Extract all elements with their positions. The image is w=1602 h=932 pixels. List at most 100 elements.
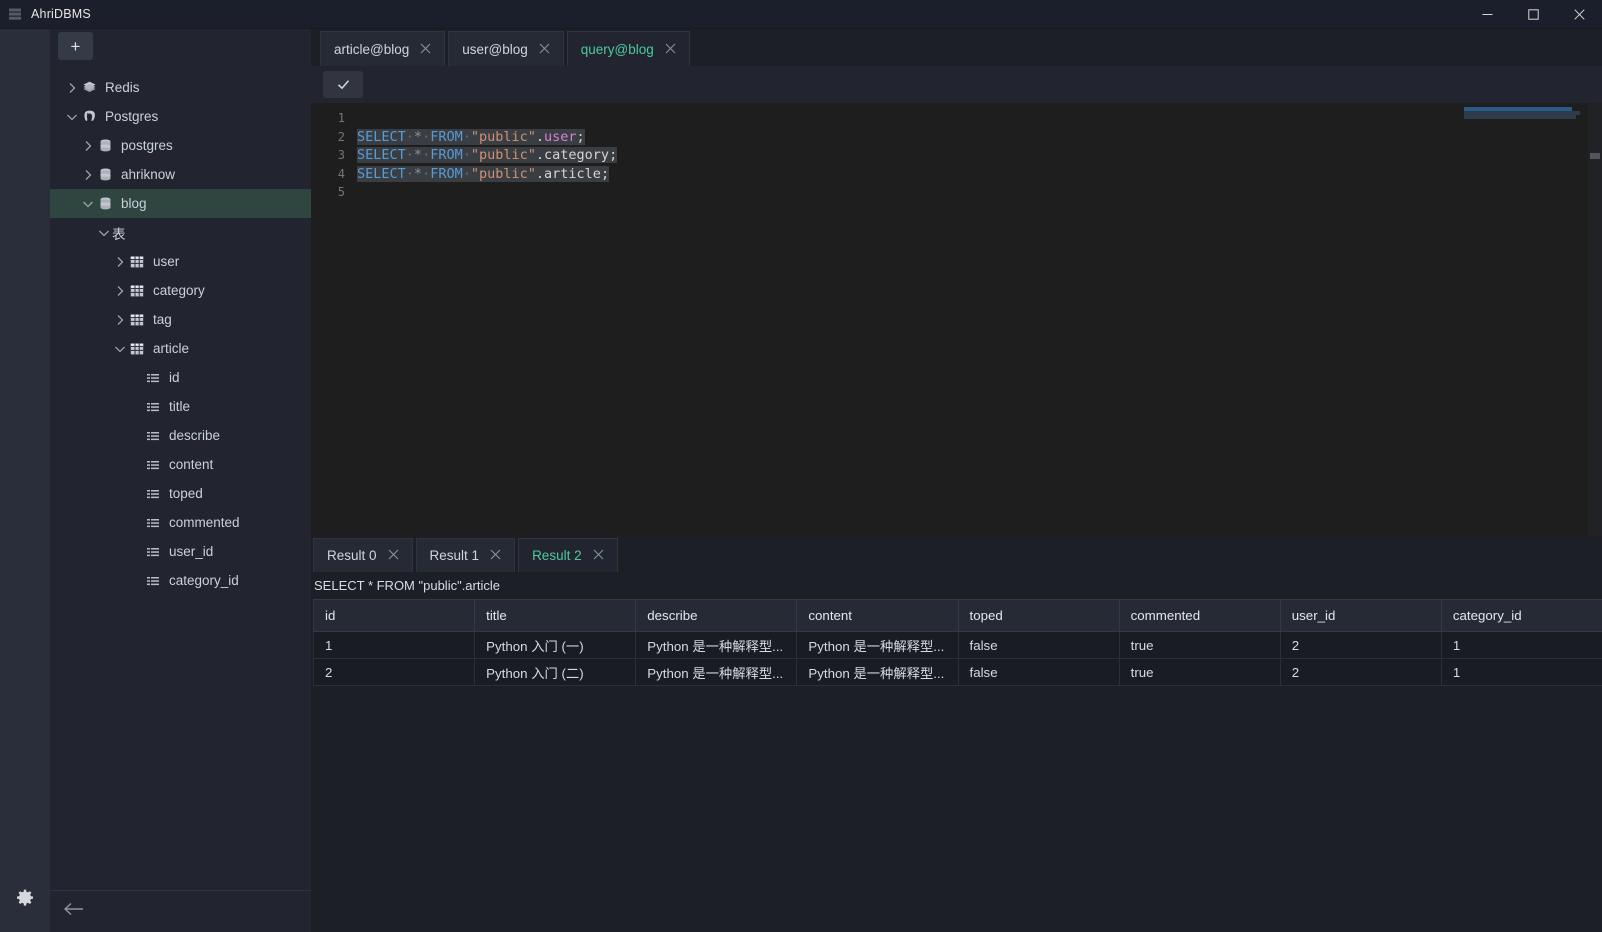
chevron-right-icon[interactable] [112, 285, 128, 297]
table-cell-category_id[interactable]: 1 [1441, 631, 1602, 659]
chevron-right-icon[interactable] [112, 314, 128, 326]
column-header-content[interactable]: content [796, 599, 959, 632]
editor-tab-user[interactable]: user@blog [448, 31, 564, 66]
window-controls [1464, 0, 1602, 29]
database-icon [96, 167, 114, 182]
chevron-right-icon[interactable] [64, 82, 80, 94]
gear-icon[interactable] [13, 886, 37, 910]
tree-node-article[interactable]: article [50, 334, 311, 363]
close-icon[interactable] [539, 43, 550, 56]
tree-node-content[interactable]: content [50, 450, 311, 479]
app-title: AhriDBMS [31, 7, 91, 21]
chevron-right-icon[interactable] [80, 140, 96, 152]
result-table-container[interactable]: id title describe content toped commented user… [311, 599, 1602, 932]
code-content[interactable]: SELECT·*·FROM·"public".user; SELECT·*·FRO… [357, 103, 1602, 536]
token-dot: · [405, 165, 414, 182]
tree-node-commented[interactable]: commented [50, 508, 311, 537]
table-cell-content[interactable]: Python 是一种解释型... [796, 658, 959, 686]
tree-node-ahriknow[interactable]: ahriknow [50, 160, 311, 189]
back-arrow-icon[interactable] [63, 902, 84, 921]
minimap-line [1464, 115, 1576, 119]
tree-node-title[interactable]: title [50, 392, 311, 421]
chevron-down-icon[interactable] [112, 343, 128, 355]
add-connection-button[interactable]: + [58, 32, 93, 60]
column-header-title[interactable]: title [474, 599, 637, 632]
token-kw: SELECT [357, 147, 406, 163]
table-cell-user_id[interactable]: 2 [1280, 658, 1442, 686]
table-cell-user_id[interactable]: 2 [1280, 631, 1442, 659]
table-cell-commented[interactable]: true [1119, 658, 1281, 686]
tree-node-label: category_id [169, 573, 239, 588]
token-str: "public" [470, 147, 536, 163]
table-cell-category_id[interactable]: 1 [1441, 658, 1602, 686]
column-header-describe[interactable]: describe [635, 599, 798, 632]
chevron-down-icon[interactable] [64, 111, 80, 123]
maximize-button[interactable] [1510, 0, 1556, 29]
column-header-toped[interactable]: toped [958, 599, 1120, 632]
tree-node-表[interactable]: 表 [50, 218, 311, 247]
tree-node-blog[interactable]: blog [50, 189, 311, 218]
sql-editor[interactable]: 12345 SELECT·*·FROM·"public".user; SELECT… [311, 103, 1602, 536]
result-tab-1[interactable]: Result 1 [415, 538, 516, 572]
table-cell-id[interactable]: 1 [312, 631, 476, 659]
table-cell-commented[interactable]: true [1119, 631, 1281, 659]
results-panel: Result 0 Result 1 Result 2 SELECT * FROM "… [311, 536, 1602, 932]
token-punc: . [535, 147, 545, 163]
table-cell-toped[interactable]: false [958, 658, 1120, 686]
close-icon[interactable] [388, 549, 399, 562]
token-dot: · [462, 165, 471, 182]
tree-node-toped[interactable]: toped [50, 479, 311, 508]
table-row[interactable]: 1 Python 入门 (一) Python 是一种解释型... Python 是一种… [312, 631, 1602, 659]
editor-tab-query[interactable]: query@blog [566, 31, 690, 66]
chevron-right-icon[interactable] [112, 256, 128, 268]
result-tab-2[interactable]: Result 2 [518, 538, 618, 572]
table-cell-title[interactable]: Python 入门 (二) [474, 658, 637, 686]
tree-node-redis[interactable]: Redis [50, 73, 311, 102]
app-logo-icon [8, 7, 22, 21]
editor-scrollbar[interactable] [1588, 103, 1602, 536]
result-tab-0[interactable]: Result 0 [313, 538, 413, 572]
chevron-down-icon[interactable] [80, 198, 96, 210]
table-cell-id[interactable]: 2 [312, 658, 476, 686]
database-icon [96, 196, 114, 211]
chevron-right-icon[interactable] [80, 169, 96, 181]
tree-node-id[interactable]: id [50, 363, 311, 392]
scrollbar-thumb[interactable] [1590, 153, 1600, 159]
close-button[interactable] [1556, 0, 1602, 29]
token-ident: article [544, 165, 601, 182]
token-kw: FROM [430, 147, 463, 163]
table-cell-content[interactable]: Python 是一种解释型... [796, 631, 959, 659]
table-cell-title[interactable]: Python 入门 (一) [474, 631, 637, 659]
table-cell-toped[interactable]: false [958, 631, 1120, 659]
tree-node-user_id[interactable]: user_id [50, 537, 311, 566]
tree-node-postgres[interactable]: Postgres [50, 102, 311, 131]
table-row[interactable]: 2 Python 入门 (二) Python 是一种解释型... Python 是一种… [312, 658, 1602, 686]
close-icon[interactable] [665, 43, 676, 56]
minimize-button[interactable] [1464, 0, 1510, 29]
table-cell-describe[interactable]: Python 是一种解释型... [635, 658, 798, 686]
tree-node-describe[interactable]: describe [50, 421, 311, 450]
tree-node-category_id[interactable]: category_id [50, 566, 311, 595]
chevron-down-icon[interactable] [96, 227, 112, 239]
close-icon[interactable] [593, 549, 604, 562]
token-punc: ; [600, 165, 610, 182]
editor-minimap[interactable] [1442, 103, 1588, 536]
token-star: * [413, 147, 423, 163]
execute-query-button[interactable] [323, 71, 363, 98]
token-punc: . [535, 128, 545, 145]
column-header-commented[interactable]: commented [1119, 599, 1281, 632]
tree-node-postgres[interactable]: postgres [50, 131, 311, 160]
column-header-id[interactable]: id [312, 599, 476, 632]
tree-node-user[interactable]: user [50, 247, 311, 276]
tree-node-tag[interactable]: tag [50, 305, 311, 334]
table-cell-describe[interactable]: Python 是一种解释型... [635, 631, 798, 659]
tree-node-category[interactable]: category [50, 276, 311, 305]
column-header-category_id[interactable]: category_id [1441, 599, 1602, 632]
sidebar-toolbar: + [50, 29, 311, 63]
close-icon[interactable] [490, 549, 501, 562]
column-icon [144, 429, 162, 443]
close-icon[interactable] [420, 43, 431, 56]
editor-tab-article[interactable]: article@blog [320, 31, 446, 66]
column-header-user_id[interactable]: user_id [1280, 599, 1442, 632]
